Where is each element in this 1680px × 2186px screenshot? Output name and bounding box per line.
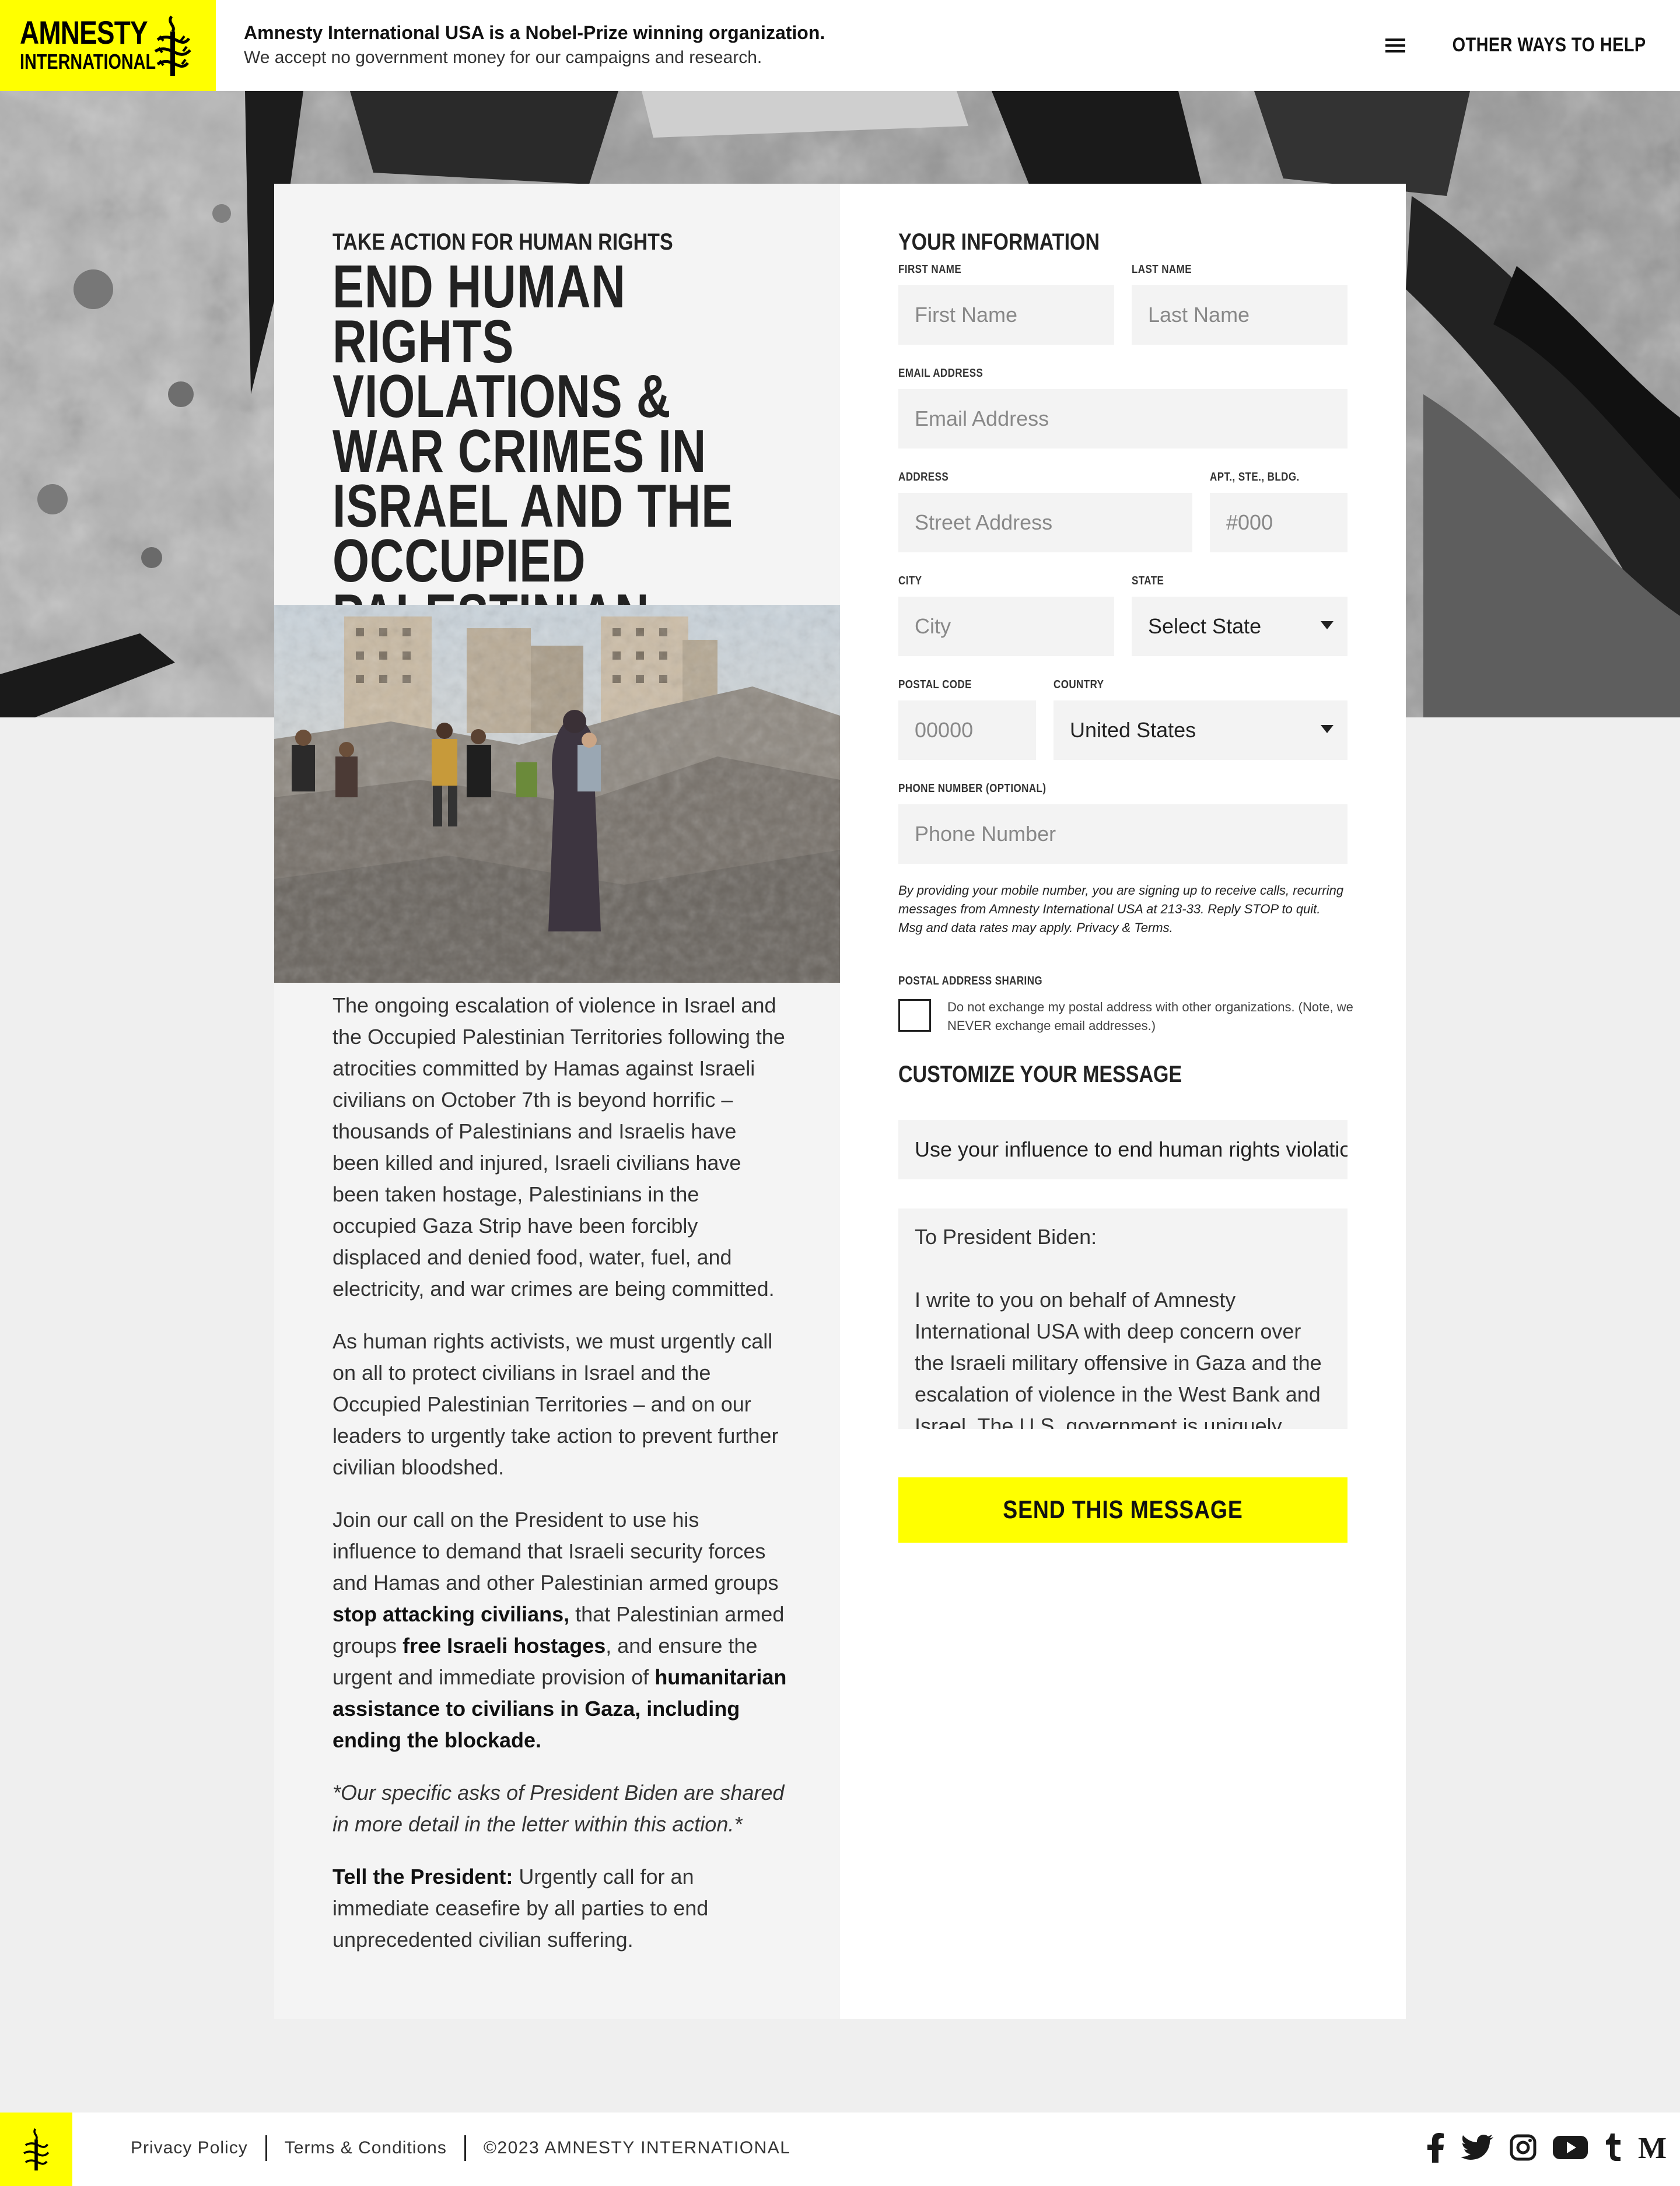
privacy-policy-link[interactable]: Privacy Policy [131,2138,248,2158]
candle-barbed-wire-icon [154,15,191,76]
footer-links: Privacy Policy Terms & Conditions ©2023 … [131,2135,790,2162]
state-select-value: Select State [1148,614,1262,638]
phone-field[interactable]: Phone Number [898,804,1348,864]
svg-text:M: M [1638,2135,1667,2160]
footer-divider [265,2135,267,2161]
action-card: TAKE ACTION FOR HUMAN RIGHTS END HUMAN R… [274,184,1406,2019]
logo-wordmark-line1: AMNESTY [20,14,148,51]
instagram-icon[interactable] [1510,2134,1536,2161]
body-p3-bold-free-hostages: free Israeli hostages [402,1634,606,1658]
footer-divider [464,2135,466,2161]
send-message-button[interactable]: SEND THIS MESSAGE [898,1477,1348,1543]
body-p3-bold-stop-attacking: stop attacking civilians, [332,1602,570,1626]
action-kicker: TAKE ACTION FOR HUMAN RIGHTS [332,229,673,255]
last-name-label: LAST NAME [1132,263,1192,276]
gaza-rubble-photo [274,605,840,983]
site-header: AMNESTY INTERNATIONAL Amnesty Internatio… [0,0,1680,91]
site-footer: Privacy Policy Terms & Conditions ©2023 … [0,2113,1680,2186]
postal-code-field[interactable]: 00000 [898,700,1036,760]
copyright-text: ©2023 AMNESTY INTERNATIONAL [483,2138,791,2157]
send-message-label: SEND THIS MESSAGE [1003,1495,1243,1524]
action-description-column: TAKE ACTION FOR HUMAN RIGHTS END HUMAN R… [274,184,840,2019]
postal-sharing-checkbox[interactable] [898,999,931,1032]
logo-wordmark-line2: INTERNATIONAL [20,50,156,73]
other-ways-to-help-menu[interactable]: OTHER WAYS TO HELP [1385,34,1646,57]
message-body-textarea[interactable]: To President Biden: I write to you on be… [898,1208,1348,1429]
header-tagline-bold: Amnesty International USA is a Nobel-Pri… [244,22,825,43]
action-body-text: The ongoing escalation of violence in Is… [332,990,788,1977]
body-paragraph-3: Join our call on the President to use hi… [332,1504,788,1756]
apt-label: APT., STE., BLDG. [1210,471,1300,484]
hamburger-menu-icon [1385,38,1406,52]
street-address-field[interactable]: Street Address [898,493,1192,552]
state-label: STATE [1132,574,1164,587]
email-field[interactable]: Email Address [898,389,1348,449]
footer-logo[interactable] [0,2113,72,2186]
your-information-heading: YOUR INFORMATION [898,229,1100,255]
body-paragraph-4: *Our specific asks of President Biden ar… [332,1781,785,1836]
youtube-icon[interactable] [1553,2135,1588,2160]
customize-message-heading: CUSTOMIZE YOUR MESSAGE [898,1062,1182,1087]
other-ways-to-help-label: OTHER WAYS TO HELP [1452,34,1646,56]
social-links: M [1427,2132,1668,2163]
letter-salutation: To President Biden: [915,1225,1097,1249]
candle-barbed-wire-icon [23,2128,50,2171]
city-label: CITY [898,574,922,587]
action-form-column: YOUR INFORMATION FIRST NAME LAST NAME Fi… [840,184,1406,2019]
country-select-value: United States [1070,718,1196,742]
facebook-icon[interactable] [1427,2132,1444,2163]
body-paragraph-2: As human rights activists, we must urgen… [332,1329,779,1479]
sms-disclaimer: By providing your mobile number, you are… [898,883,1344,935]
postal-sharing-label: POSTAL ADDRESS SHARING [898,975,1043,987]
city-field[interactable]: City [898,597,1114,656]
phone-label: PHONE NUMBER (OPTIONAL) [898,782,1046,795]
first-name-label: FIRST NAME [898,263,962,276]
terms-conditions-link[interactable]: Terms & Conditions [285,2138,447,2158]
apt-field[interactable]: #000 [1210,493,1348,552]
body-p3-text-a: Join our call on the President to use hi… [332,1508,779,1595]
dropdown-arrow-icon [1321,725,1334,733]
amnesty-logo[interactable]: AMNESTY INTERNATIONAL [0,0,216,91]
twitter-icon[interactable] [1461,2134,1493,2161]
postal-code-label: POSTAL CODE [898,678,972,691]
header-tagline: We accept no government money for our ca… [244,48,762,67]
tumblr-icon[interactable] [1604,2134,1622,2162]
body-paragraph-1: The ongoing escalation of violence in Is… [332,993,785,1301]
first-name-field[interactable]: First Name [898,285,1114,345]
body-paragraph-5: Tell the President: Urgently call for an… [332,1861,788,1956]
body-p5-bold: Tell the President: [332,1865,513,1889]
email-label: EMAIL ADDRESS [898,367,984,380]
state-select[interactable]: Select State [1132,597,1348,656]
last-name-field[interactable]: Last Name [1132,285,1348,345]
medium-icon[interactable]: M [1638,2135,1668,2160]
address-label: ADDRESS [898,471,949,484]
letter-body: I write to you on behalf of Amnesty Inte… [915,1288,1322,1429]
dropdown-arrow-icon [1321,621,1334,629]
message-subject-field[interactable]: Use your influence to end human rights v… [898,1120,1348,1179]
postal-sharing-text: Do not exchange my postal address with o… [947,1000,1353,1033]
country-label: COUNTRY [1054,678,1104,691]
country-select[interactable]: United States [1054,700,1348,760]
